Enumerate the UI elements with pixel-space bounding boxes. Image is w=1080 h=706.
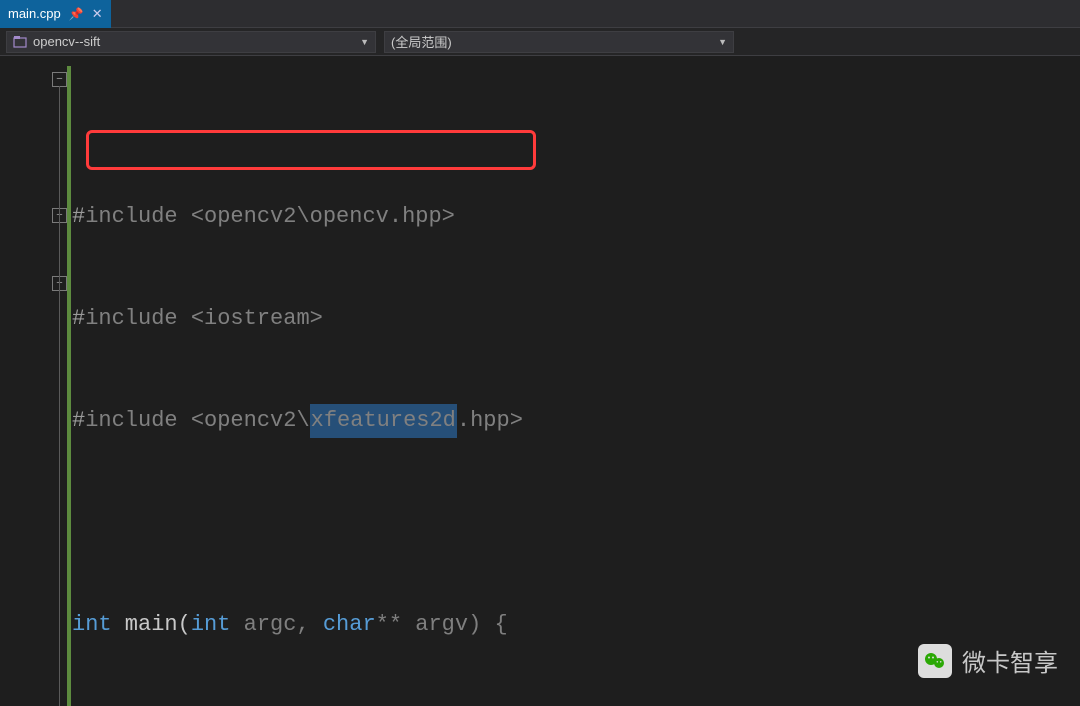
chevron-down-icon: ▼ xyxy=(718,37,727,47)
pin-icon[interactable]: 📌 xyxy=(69,7,84,21)
file-tab-main-cpp[interactable]: main.cpp 📌 ✕ xyxy=(0,0,111,28)
tab-bar: main.cpp 📌 ✕ xyxy=(0,0,1080,28)
code-line: #include <opencv2\xfeatures2d.hpp> xyxy=(72,404,1080,438)
current-line-highlight xyxy=(72,132,1080,166)
code-area[interactable]: #include <opencv2\opencv.hpp> #include <… xyxy=(72,56,1080,700)
tab-title: main.cpp xyxy=(8,6,61,21)
code-editor[interactable]: − − − #include <opencv2\opencv.hpp> #inc… xyxy=(0,56,1080,700)
code-nav-bar: opencv--sift ▼ (全局范围) ▼ xyxy=(0,28,1080,56)
context-label: opencv--sift xyxy=(33,34,354,49)
code-line xyxy=(72,506,1080,540)
code-line: int main(int argc, char** argv) { xyxy=(72,608,1080,642)
chevron-down-icon: ▼ xyxy=(360,37,369,47)
code-line: #include <iostream> xyxy=(72,302,1080,336)
fold-toggle[interactable]: − xyxy=(52,72,67,87)
project-icon xyxy=(13,35,27,49)
code-line: #include <opencv2\opencv.hpp> xyxy=(72,200,1080,234)
scope-dropdown[interactable]: (全局范围) ▼ xyxy=(384,31,734,53)
selected-text: xfeatures2d xyxy=(310,404,457,438)
scope-label: (全局范围) xyxy=(391,32,712,51)
change-marker xyxy=(67,66,71,706)
close-icon[interactable]: ✕ xyxy=(92,6,103,22)
context-dropdown[interactable]: opencv--sift ▼ xyxy=(6,31,376,53)
outline-bar xyxy=(59,86,60,706)
gutter: − − − xyxy=(0,56,72,700)
